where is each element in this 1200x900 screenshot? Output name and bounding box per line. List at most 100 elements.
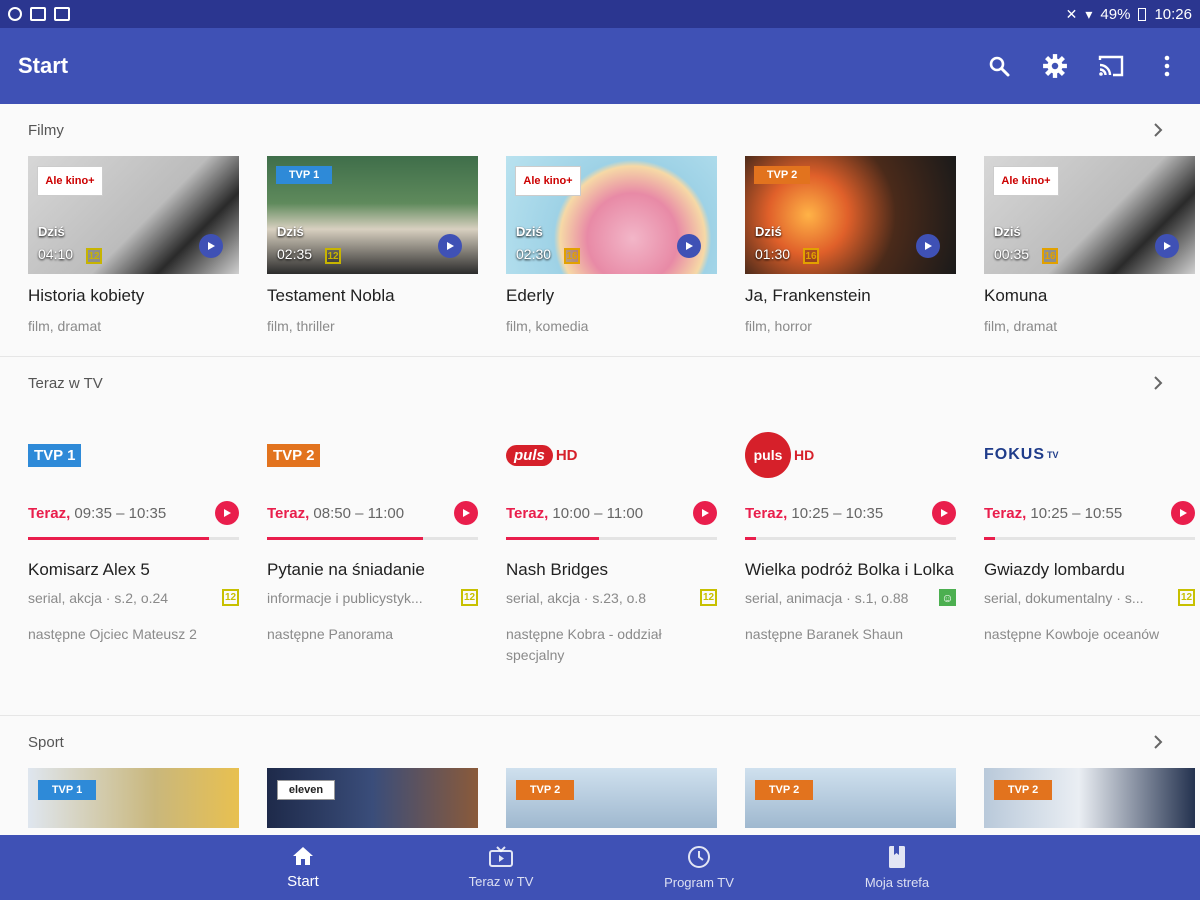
progress-fill	[267, 537, 424, 540]
image-icon	[54, 7, 70, 21]
play-button[interactable]	[693, 501, 717, 525]
film-card[interactable]: TVP 1 Dziś 02:35 12 Testament Nobla film…	[267, 156, 478, 334]
play-button[interactable]	[215, 501, 239, 525]
play-icon	[1180, 509, 1187, 517]
progress-fill	[984, 537, 995, 540]
tv-program-card[interactable]: FOKUS TV Teraz, 10:25 – 10:55 Gwiazdy lo…	[984, 409, 1195, 715]
age-rating-badge: 12	[461, 589, 478, 606]
now-label: Teraz,	[506, 504, 549, 522]
play-button[interactable]	[1155, 234, 1179, 258]
tv-program-card[interactable]: TVP 2 Teraz, 08:50 – 11:00 Pytanie na śn…	[267, 409, 478, 715]
nav-item-now-on-tv[interactable]: Teraz w TV	[402, 835, 600, 900]
section-header-films[interactable]: Filmy	[0, 104, 1200, 156]
channel-logo: FOKUS TV	[984, 409, 1195, 501]
today-label: Dziś	[994, 224, 1021, 239]
sport-thumbnail[interactable]: eleven	[267, 768, 478, 828]
cast-button[interactable]	[1096, 51, 1126, 81]
play-button[interactable]	[916, 234, 940, 258]
section-header-now-on-tv[interactable]: Teraz w TV	[0, 357, 1200, 409]
film-thumbnail[interactable]: Ale kino+ Dziś 00:35 16	[984, 156, 1195, 274]
channel-logo: TVP 1	[38, 780, 96, 800]
film-thumbnail[interactable]: TVP 2 Dziś 01:30 16	[745, 156, 956, 274]
nav-label: Moja strefa	[864, 875, 930, 890]
more-options-button[interactable]	[1152, 51, 1182, 81]
tv-program-card[interactable]: TVP 1 Teraz, 09:35 – 10:35 Komisarz Alex…	[28, 409, 239, 715]
nav-label: Start	[287, 873, 319, 890]
channel-name-suffix: TV	[1047, 450, 1059, 460]
settings-button[interactable]	[1040, 51, 1070, 81]
nav-label: Teraz w TV	[468, 874, 534, 889]
air-time: 00:35	[994, 246, 1030, 262]
progress-bar	[267, 537, 478, 540]
program-title: Nash Bridges	[506, 560, 609, 579]
play-button[interactable]	[677, 234, 701, 258]
sport-thumbnail[interactable]: TVP 2	[506, 768, 717, 828]
channel-logo: Ale kino+	[515, 166, 581, 196]
progress-bar	[984, 537, 1195, 540]
time-slot: 10:25 – 10:35	[791, 504, 884, 522]
film-thumbnail[interactable]: Ale kino+ Dziś 02:30 16	[506, 156, 717, 274]
air-time: 02:30	[516, 246, 552, 262]
film-genre: film, thriller	[267, 318, 335, 334]
section-header-sport[interactable]: Sport	[0, 716, 1200, 768]
nav-item-my-zone[interactable]: Moja strefa	[798, 835, 996, 900]
tv-program-card[interactable]: puls HD Teraz, 10:25 – 10:35 Wielka podr…	[745, 409, 956, 715]
search-button[interactable]	[984, 51, 1014, 81]
tv-icon	[489, 846, 513, 867]
progress-fill	[745, 537, 756, 540]
next-program: następne Kowboje oceanów	[984, 626, 1160, 642]
channel-logo: TVP 1	[276, 166, 332, 184]
play-button[interactable]	[199, 234, 223, 258]
age-rating-badge: 12	[222, 589, 239, 606]
tv-program-card[interactable]: puls HD Teraz, 10:00 – 11:00 Nash Bridge…	[506, 409, 717, 715]
chevron-right-icon[interactable]	[1148, 120, 1168, 140]
play-button[interactable]	[932, 501, 956, 525]
program-title: Gwiazdy lombardu	[984, 560, 1125, 579]
play-button[interactable]	[438, 234, 462, 258]
more-vert-icon	[1164, 55, 1170, 77]
section-title: Sport	[28, 733, 64, 751]
channel-name: TVP 2	[273, 446, 315, 464]
nav-item-start[interactable]: Start	[204, 835, 402, 900]
chevron-right-icon[interactable]	[1148, 373, 1168, 393]
film-thumbnail[interactable]: TVP 1 Dziś 02:35 12	[267, 156, 478, 274]
program-genre: serial, dokumentalny · s...	[984, 589, 1144, 606]
channel-logo: puls HD	[745, 409, 956, 501]
now-label: Teraz,	[267, 504, 310, 522]
play-icon	[224, 509, 231, 517]
channel-logo: puls HD	[506, 409, 717, 501]
film-title: Testament Nobla	[267, 286, 395, 305]
film-thumbnail[interactable]: Ale kino+ Dziś 04:10 12	[28, 156, 239, 274]
now-on-tv-row: TVP 1 Teraz, 09:35 – 10:35 Komisarz Alex…	[0, 409, 1200, 715]
sport-thumbnail[interactable]: TVP 2	[984, 768, 1195, 828]
time-slot: 08:50 – 11:00	[313, 504, 405, 522]
sport-row: TVP 1 eleven TVP 2 TVP 2 TVP 2	[0, 768, 1200, 828]
film-genre: film, komedia	[506, 318, 589, 334]
sport-thumbnail[interactable]: TVP 1	[28, 768, 239, 828]
nav-item-program-tv[interactable]: Program TV	[600, 835, 798, 900]
film-card[interactable]: Ale kino+ Dziś 02:30 16 Ederly film, kom…	[506, 156, 717, 334]
play-button[interactable]	[1171, 501, 1195, 525]
play-button[interactable]	[454, 501, 478, 525]
time-slot: 10:00 – 11:00	[552, 504, 644, 522]
age-rating-badge: 12	[86, 248, 102, 264]
now-label: Teraz,	[984, 504, 1027, 522]
sport-thumbnail[interactable]: TVP 2	[745, 768, 956, 828]
chevron-right-icon[interactable]	[1148, 732, 1168, 752]
app-bar: Start	[0, 28, 1200, 104]
channel-name: puls	[745, 432, 791, 478]
channel-logo: Ale kino+	[993, 166, 1059, 196]
channel-logo: eleven	[277, 780, 335, 800]
today-label: Dziś	[38, 224, 65, 239]
channel-logo: TVP 2	[755, 780, 813, 800]
film-title: Ederly	[506, 286, 555, 305]
channel-name: TVP 1	[34, 446, 76, 464]
film-card[interactable]: TVP 2 Dziś 01:30 16 Ja, Frankenstein fil…	[745, 156, 956, 334]
progress-fill	[506, 537, 599, 540]
today-label: Dziś	[755, 224, 782, 239]
nav-label: Program TV	[664, 875, 734, 890]
film-card[interactable]: Ale kino+ Dziś 04:10 12 Historia kobiety…	[28, 156, 239, 334]
film-card[interactable]: Ale kino+ Dziś 00:35 16 Komuna film, dra…	[984, 156, 1195, 334]
mail-icon	[30, 7, 46, 21]
channel-logo: TVP 1	[28, 409, 239, 501]
